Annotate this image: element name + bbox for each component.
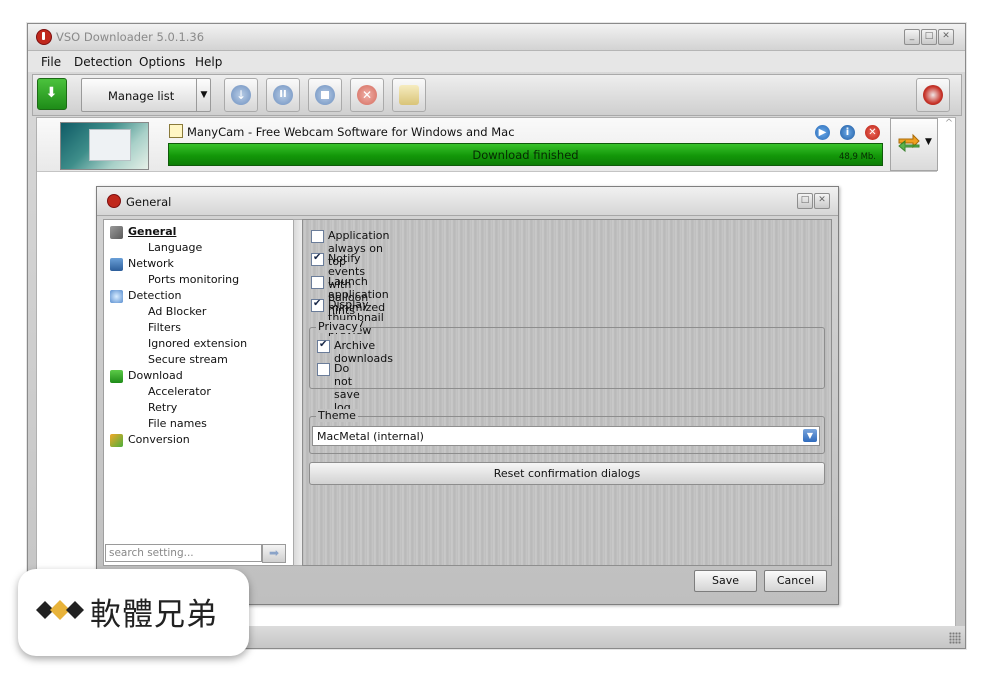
menu-help[interactable]: Help bbox=[195, 55, 222, 69]
delete-button[interactable]: ✕ bbox=[350, 78, 384, 112]
maximize-icon[interactable]: □ bbox=[921, 29, 937, 45]
close-icon[interactable]: ✕ bbox=[938, 29, 954, 45]
theme-group: Theme MacMetal (internal) ▼ bbox=[309, 409, 825, 454]
tree-item-language[interactable]: Language bbox=[148, 241, 202, 254]
title-bar: VSO Downloader 5.0.1.36 _ □ ✕ bbox=[28, 24, 965, 51]
watermark-text: 軟體兄弟 bbox=[90, 597, 218, 633]
tools-icon bbox=[110, 226, 123, 239]
chevron-down-icon[interactable]: ▼ bbox=[803, 429, 817, 442]
menu-bar: File Detection Options Help bbox=[28, 51, 965, 72]
always-on-top-checkbox[interactable] bbox=[311, 230, 324, 243]
tree-item-detection[interactable]: Detection bbox=[128, 289, 181, 302]
settings-button[interactable] bbox=[916, 78, 950, 112]
folder-search-icon bbox=[399, 85, 419, 105]
cancel-button[interactable]: Cancel bbox=[764, 570, 827, 592]
dialog-title: General bbox=[126, 195, 172, 209]
download-arrow-icon: ⬇ bbox=[45, 85, 58, 101]
download-size: 48,9 Mb. bbox=[838, 152, 876, 162]
search-go-button[interactable]: ➡ bbox=[262, 544, 286, 563]
magnifier-icon bbox=[110, 290, 123, 303]
pause-button[interactable]: II bbox=[266, 78, 300, 112]
app-logo-icon bbox=[36, 29, 52, 45]
close-icon[interactable]: ✕ bbox=[814, 193, 830, 209]
maximize-icon[interactable]: □ bbox=[797, 193, 813, 209]
diamond-logo-icon bbox=[34, 597, 86, 623]
menu-options[interactable]: Options bbox=[139, 55, 185, 69]
delete-icon: ✕ bbox=[357, 85, 377, 105]
settings-panel: Application always on top Notify events … bbox=[302, 219, 832, 566]
download-name: ManyCam - Free Webcam Software for Windo… bbox=[187, 125, 515, 139]
app-logo-icon bbox=[107, 194, 121, 208]
tree-item-retry[interactable]: Retry bbox=[148, 401, 177, 414]
theme-select[interactable]: MacMetal (internal) ▼ bbox=[312, 426, 820, 446]
theme-value: MacMetal (internal) bbox=[317, 430, 424, 443]
open-folder-button[interactable] bbox=[392, 78, 426, 112]
chevron-down-icon[interactable]: ▼ bbox=[925, 137, 932, 147]
conversion-arrows-icon bbox=[897, 133, 921, 153]
archive-downloads-checkbox[interactable] bbox=[317, 339, 330, 353]
download-icon: ↓ bbox=[231, 85, 251, 105]
dialog-title-bar: General □ ✕ bbox=[97, 187, 838, 216]
balloon-hints-checkbox[interactable] bbox=[311, 252, 324, 266]
launch-minimized-checkbox[interactable] bbox=[311, 276, 324, 289]
scroll-up-icon[interactable]: ^ bbox=[943, 118, 955, 132]
download-progress-bar: Download finished 48,9 Mb. bbox=[168, 143, 883, 166]
watermark-badge: 軟體兄弟 bbox=[18, 569, 249, 656]
remove-icon[interactable]: ✕ bbox=[865, 125, 880, 140]
file-edit-icon bbox=[169, 124, 183, 138]
gauge-icon bbox=[923, 85, 943, 105]
manage-list-label: Manage list bbox=[108, 89, 175, 103]
settings-tree: General Language Network Ports monitoring De… bbox=[103, 219, 295, 566]
tree-item-ports-monitoring[interactable]: Ports monitoring bbox=[148, 273, 239, 286]
resize-grip-icon[interactable] bbox=[949, 632, 961, 644]
download-status: Download finished bbox=[472, 148, 579, 162]
privacy-group: Privacy Archive downloads Do not save lo… bbox=[309, 320, 825, 414]
tree-item-ad-blocker[interactable]: Ad Blocker bbox=[148, 305, 206, 318]
no-save-log-label: Do not save log bbox=[334, 362, 360, 414]
minimize-icon[interactable]: _ bbox=[904, 29, 920, 45]
menu-detection[interactable]: Detection bbox=[74, 55, 132, 69]
conversion-icon bbox=[110, 434, 123, 447]
manage-list-dropdown[interactable]: Manage list ▼ bbox=[81, 78, 211, 112]
tree-item-download[interactable]: Download bbox=[128, 369, 183, 382]
reset-confirmation-button[interactable]: Reset confirmation dialogs bbox=[309, 462, 825, 485]
toolbar: ⬇ Manage list ▼ ↓ II ✕ bbox=[32, 74, 962, 116]
window-title: VSO Downloader 5.0.1.36 bbox=[56, 30, 205, 44]
menu-file[interactable]: File bbox=[41, 55, 61, 69]
theme-group-title: Theme bbox=[316, 409, 358, 422]
stop-icon bbox=[315, 85, 335, 105]
tree-item-conversion[interactable]: Conversion bbox=[128, 433, 190, 446]
network-icon bbox=[110, 258, 123, 271]
download-item[interactable]: ManyCam - Free Webcam Software for Windo… bbox=[37, 118, 938, 172]
tree-item-accelerator[interactable]: Accelerator bbox=[148, 385, 211, 398]
general-settings-dialog: General □ ✕ General Language Network Ports … bbox=[96, 186, 839, 605]
search-input[interactable]: search setting... bbox=[105, 544, 262, 562]
thumbnail-preview-checkbox[interactable] bbox=[311, 298, 324, 312]
video-thumbnail bbox=[60, 122, 149, 170]
start-button[interactable]: ↓ bbox=[224, 78, 258, 112]
tree-item-network[interactable]: Network bbox=[128, 257, 174, 270]
privacy-group-title: Privacy bbox=[316, 320, 360, 333]
play-icon[interactable]: ▶ bbox=[815, 125, 830, 140]
tree-item-filters[interactable]: Filters bbox=[148, 321, 181, 334]
no-save-log-checkbox[interactable] bbox=[317, 363, 330, 376]
pause-icon: II bbox=[273, 85, 293, 105]
convert-button[interactable]: ▼ bbox=[890, 118, 938, 171]
stop-button[interactable] bbox=[308, 78, 342, 112]
tree-item-ignored-extension[interactable]: Ignored extension bbox=[148, 337, 247, 350]
download-icon bbox=[110, 370, 123, 383]
add-download-button[interactable]: ⬇ bbox=[37, 78, 67, 110]
tree-item-file-names[interactable]: File names bbox=[148, 417, 207, 430]
tree-item-general[interactable]: General bbox=[128, 225, 176, 238]
save-button[interactable]: Save bbox=[694, 570, 757, 592]
chevron-down-icon[interactable]: ▼ bbox=[196, 79, 211, 111]
tree-item-secure-stream[interactable]: Secure stream bbox=[148, 353, 228, 366]
info-icon[interactable]: i bbox=[840, 125, 855, 140]
